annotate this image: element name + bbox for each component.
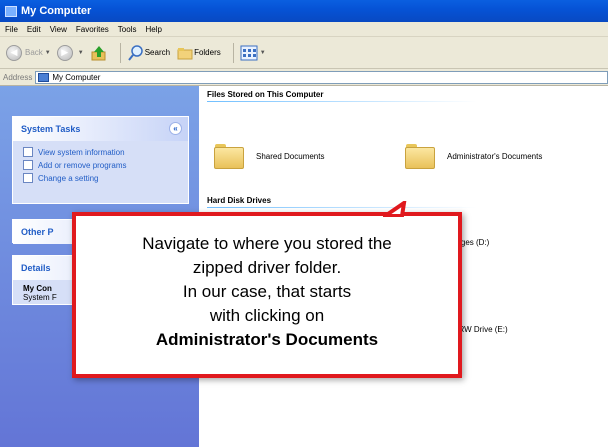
add-remove-programs-link[interactable]: Add or remove programs [23,160,180,170]
menu-file[interactable]: File [5,25,18,34]
menu-tools[interactable]: Tools [118,25,137,34]
callout-line: Navigate to where you stored the [142,234,392,253]
menu-view[interactable]: View [50,25,67,34]
programs-icon [23,160,33,170]
system-tasks-panel: System Tasks « View system information A… [12,116,189,204]
shared-documents-folder[interactable]: Shared Documents [214,143,324,169]
callout-line: In our case, that starts [182,282,352,301]
instruction-callout: Navigate to where you stored the zipped … [72,212,462,378]
search-icon [127,44,143,61]
menu-bar: File Edit View Favorites Tools Help [0,22,608,37]
callout-emphasis: Administrator's Documents [155,330,379,349]
collapse-chevron-icon[interactable]: « [169,122,182,135]
folders-icon [177,47,193,59]
chevron-down-icon: ▼ [77,49,84,56]
forward-arrow-icon: ▶ [56,44,73,61]
folder-icon [214,143,244,169]
menu-help[interactable]: Help [145,25,161,34]
views-button[interactable]: ▼ [240,45,266,61]
title-bar: My Computer [0,0,608,22]
section-divider [207,207,477,208]
chevron-down-icon: ▼ [44,49,51,56]
chevron-down-icon: ▼ [259,49,266,56]
address-bar: Address My Computer [0,69,608,86]
toolbar-separator [232,42,234,63]
folder-icon [405,143,435,169]
up-button[interactable] [90,44,108,62]
files-stored-header: Files Stored on This Computer [207,90,324,99]
window-title: My Computer [21,5,92,17]
change-setting-link[interactable]: Change a setting [23,173,180,183]
views-icon [240,45,258,60]
folder-label: Administrator's Documents [447,151,543,161]
folder-label: Shared Documents [256,151,325,161]
search-button[interactable]: Search [127,44,170,62]
toolbar-separator [119,42,121,63]
callout-line: zipped driver folder. [192,258,342,277]
hard-disk-drives-header: Hard Disk Drives [207,196,272,205]
back-button[interactable]: ◀ Back ▼ [6,44,51,61]
system-info-icon [23,147,33,157]
address-value: My Computer [52,72,101,82]
administrators-documents-folder[interactable]: Administrator's Documents [405,143,542,169]
address-label: Address [3,72,33,82]
up-folder-icon [91,45,106,60]
callout-pointer [383,201,407,225]
section-divider [207,101,477,102]
callout-line: with clicking on [209,306,325,325]
computer-icon [38,72,50,82]
system-tasks-header[interactable]: System Tasks « [13,117,188,141]
computer-icon [5,5,17,17]
view-system-info-link[interactable]: View system information [23,147,180,157]
control-panel-icon [23,173,33,183]
menu-edit[interactable]: Edit [27,25,41,34]
toolbar: ◀ Back ▼ ▶ ▼ Search Folders ▼ [0,37,608,69]
folders-button[interactable]: Folders [176,44,221,62]
menu-favorites[interactable]: Favorites [76,25,109,34]
forward-button[interactable]: ▶ ▼ [56,44,84,61]
back-arrow-icon: ◀ [6,44,22,61]
address-field[interactable]: My Computer [35,70,608,84]
